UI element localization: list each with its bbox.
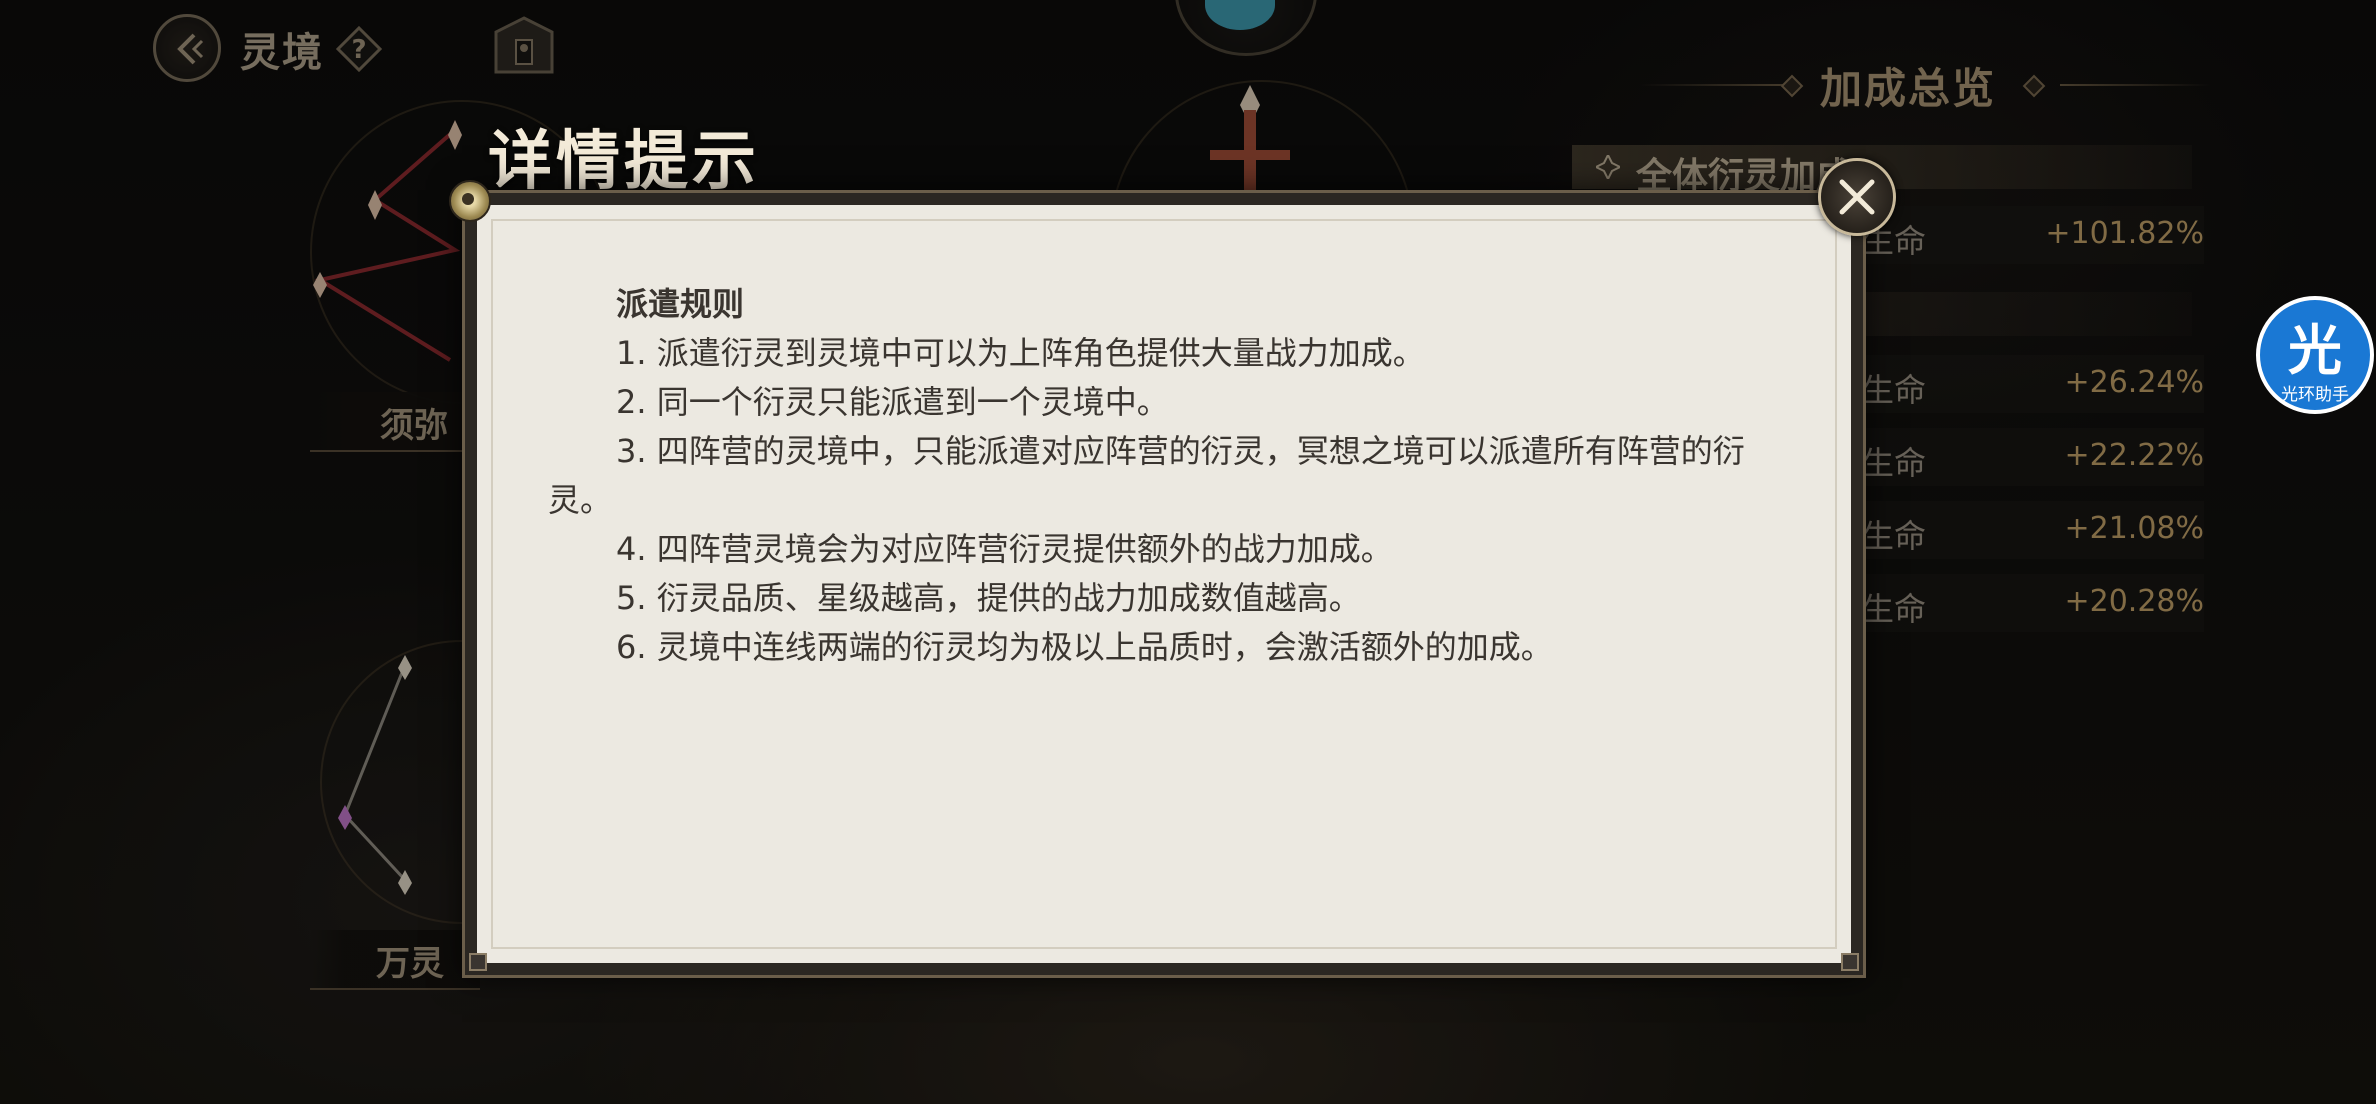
rule-line: 2. 同一个衍灵只能派遣到一个灵境中。 [616,383,1169,421]
modal-title: 详情提示 [488,125,760,199]
rules-text: 派遣规则 1. 派遣衍灵到灵境中可以为上阵角色提供大量战力加成。 2. 同一个衍… [548,280,1748,672]
rule-line: 4. 四阵营灵境会为对应阵营衍灵提供额外的战力加成。 [616,530,1393,568]
corner-ornament [1841,953,1859,971]
assistant-label: 光环助手 [2281,385,2349,405]
assistant-float-button[interactable]: 光 光环助手 [2256,296,2374,414]
rule-line: 5. 衍灵品质、星级越高，提供的战力加成数值越高。 [616,579,1361,617]
assistant-glyph: 光 [2288,319,2342,382]
close-button[interactable] [1818,158,1896,236]
corner-ornament [469,953,487,971]
rule-line: 6. 灵境中连线两端的衍灵均为极以上品质时，会激活额外的加成。 [616,628,1553,666]
rules-heading: 派遣规则 [616,285,745,323]
rule-line: 1. 派遣衍灵到灵境中可以为上阵角色提供大量战力加成。 [616,334,1425,372]
pin-icon [449,180,491,222]
rule-line: 3. 四阵营的灵境中，只能派遣对应阵营的衍灵，冥想之境可以派遣所有阵营的衍灵。 [548,432,1745,519]
close-icon [1839,179,1875,215]
game-screen: 须弥 万灵 灵境 ? 加成总览 全体衍灵加成 生命 +101.82% 生命 +2… [0,0,2376,1104]
